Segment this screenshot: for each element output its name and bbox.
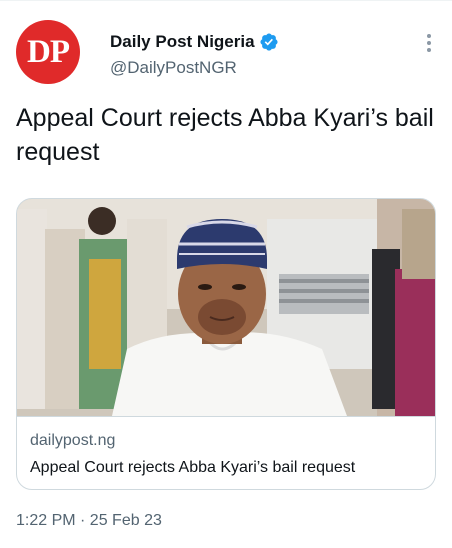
tweet-timestamp[interactable]: 1:22 PM · 25 Feb 23 — [16, 512, 162, 530]
author-info: Daily Post Nigeria @DailyPostNGR — [110, 31, 279, 78]
avatar[interactable]: DP — [16, 20, 80, 84]
card-image[interactable] — [17, 199, 435, 416]
card-meta[interactable]: dailypost.ng Appeal Court rejects Abba K… — [17, 416, 435, 489]
link-card[interactable]: dailypost.ng Appeal Court rejects Abba K… — [16, 198, 436, 490]
tweet-text: Appeal Court rejects Abba Kyari’s bail r… — [16, 104, 434, 166]
card-title: Appeal Court rejects Abba Kyari’s bail r… — [30, 459, 356, 476]
author-display-name[interactable]: Daily Post Nigeria — [110, 32, 255, 52]
verified-badge-icon — [259, 32, 279, 52]
avatar-logo-text: DP — [27, 33, 70, 70]
card-domain: dailypost.ng — [30, 432, 116, 449]
tweet-header: DP Daily Post Nigeria @DailyPostNGR — [16, 20, 440, 84]
top-divider — [0, 0, 452, 1]
more-vertical-icon[interactable] — [426, 34, 432, 56]
author-handle[interactable]: @DailyPostNGR — [110, 58, 279, 78]
